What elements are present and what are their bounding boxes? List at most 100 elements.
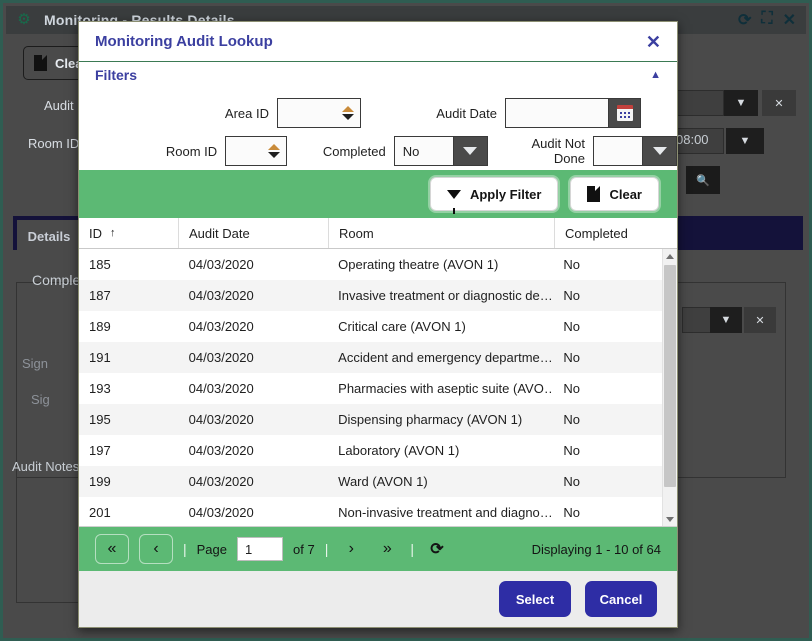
maximize-icon[interactable]: ⛶ — [761, 10, 772, 30]
dialog-title: Monitoring Audit Lookup — [95, 33, 273, 50]
filters-body: Area ID Audit Date Room ID Completed No … — [79, 88, 677, 170]
screen: ⚙ Monitoring - Results Details ⟳ ⛶ ✕ Cle… — [0, 0, 812, 641]
stepper-up-icon[interactable] — [342, 106, 354, 112]
apply-filter-button[interactable]: Apply Filter — [429, 177, 559, 214]
cell-audit-date: 04/03/2020 — [188, 288, 254, 303]
previous-page-button[interactable]: ‹ — [139, 534, 173, 564]
background-audit-dropdown[interactable]: ▼ — [724, 90, 758, 116]
scrollbar-thumb[interactable] — [664, 265, 676, 487]
pager-divider: | — [324, 541, 329, 557]
last-page-button[interactable]: » — [374, 535, 400, 563]
scroll-up-icon[interactable] — [663, 249, 677, 263]
stepper-down-icon[interactable] — [267, 152, 280, 158]
audit-results-grid: ID ↑ Audit Date Room Completed 185 04/03/… — [79, 218, 677, 527]
audit-date-label: Audit Date — [436, 105, 497, 121]
background-search-icon[interactable]: 🔍 — [686, 166, 720, 194]
audit-date-input[interactable] — [505, 98, 609, 128]
column-header-completed[interactable]: Completed — [555, 218, 665, 248]
dialog-header: Monitoring Audit Lookup ✕ — [79, 22, 677, 62]
cell-audit-date: 04/03/2020 — [188, 505, 254, 520]
grid-body: 185 04/03/2020 Operating theatre (AVON 1) N… — [79, 249, 677, 526]
table-row[interactable]: 201 04/03/2020 Non-invasive treatment and … — [79, 497, 663, 526]
grid-pager: « ‹ | Page 1 of 7 | › » | ⟳ Displaying 1… — [79, 527, 677, 571]
room-id-stepper[interactable] — [267, 144, 280, 158]
chevron-down-icon — [463, 147, 478, 155]
background-time-dropdown[interactable]: ▼ — [726, 128, 764, 154]
column-header-room[interactable]: Room — [329, 218, 555, 248]
background-audit-clear-icon[interactable]: ✕ — [762, 90, 796, 116]
cell-completed: No — [563, 412, 580, 427]
table-row[interactable]: 187 04/03/2020 Invasive treatment or diagn… — [79, 280, 663, 311]
filters-title: Filters — [95, 67, 138, 83]
gear-icon: ⚙ — [17, 11, 31, 28]
area-id-label: Area ID — [224, 105, 269, 121]
cell-room: Critical care (AVON 1) — [338, 319, 466, 334]
cell-audit-date: 04/03/2020 — [188, 350, 254, 365]
stepper-down-icon[interactable] — [342, 114, 354, 120]
table-row[interactable]: 193 04/03/2020 Pharmacies with aseptic sui… — [79, 373, 663, 404]
sort-ascending-icon: ↑ — [110, 227, 116, 239]
cell-completed: No — [563, 350, 580, 365]
cell-audit-date: 04/03/2020 — [188, 443, 254, 458]
audit-not-done-value[interactable] — [593, 136, 643, 166]
scroll-down-icon[interactable] — [663, 512, 677, 526]
cell-audit-date: 04/03/2020 — [188, 474, 254, 489]
cancel-button[interactable]: Cancel — [585, 581, 657, 617]
clear-filter-label: Clear — [609, 186, 642, 202]
select-button[interactable]: Select — [499, 581, 571, 617]
pager-divider: | — [410, 541, 414, 557]
cell-audit-date: 04/03/2020 — [188, 319, 254, 334]
refresh-grid-icon[interactable]: ⟳ — [424, 535, 450, 563]
table-row[interactable]: 195 04/03/2020 Dispensing pharmacy (AVON 1… — [79, 404, 663, 435]
cell-room: Dispensing pharmacy (AVON 1) — [338, 412, 523, 427]
first-page-button[interactable]: « — [95, 534, 129, 564]
page-number-input[interactable]: 1 — [237, 537, 284, 561]
column-header-audit-date[interactable]: Audit Date — [179, 218, 329, 248]
calendar-icon — [616, 105, 633, 121]
table-row[interactable]: 199 04/03/2020 Ward (AVON 1) No — [79, 466, 663, 497]
column-header-id[interactable]: ID ↑ — [79, 218, 179, 248]
completed-label: Completed — [322, 143, 386, 159]
audit-not-done-select[interactable] — [593, 136, 677, 166]
close-icon[interactable]: ✕ — [783, 10, 796, 30]
completed-value[interactable]: No — [393, 136, 454, 166]
next-page-button[interactable]: › — [338, 535, 364, 563]
chevron-up-icon[interactable]: ▲ — [650, 69, 661, 81]
audit-date-picker-button[interactable] — [609, 98, 641, 128]
apply-filter-label: Apply Filter — [469, 186, 542, 202]
cell-id: 185 — [89, 257, 111, 272]
cell-audit-date: 04/03/2020 — [188, 257, 254, 272]
audit-not-done-dropdown-button[interactable] — [643, 136, 677, 166]
stepper-up-icon[interactable] — [267, 144, 280, 150]
area-id-stepper[interactable] — [342, 106, 354, 120]
area-id-input[interactable] — [277, 98, 361, 128]
completed-select[interactable]: No — [393, 136, 488, 166]
background-sign-label-1: Sign — [22, 356, 49, 371]
cell-audit-date: 04/03/2020 — [188, 381, 254, 396]
document-icon — [34, 55, 47, 71]
cell-completed: No — [563, 505, 580, 520]
table-row[interactable]: 197 04/03/2020 Laboratory (AVON 1) No — [79, 435, 663, 466]
cell-room: Laboratory (AVON 1) — [338, 443, 460, 458]
refresh-icon[interactable]: ⟳ — [738, 10, 751, 30]
clear-filter-button[interactable]: Clear — [570, 177, 659, 211]
dialog-close-icon[interactable]: ✕ — [646, 33, 661, 51]
cell-room: Operating theatre (AVON 1) — [338, 257, 499, 272]
room-id-input[interactable] — [225, 136, 287, 166]
cell-id: 187 — [89, 288, 111, 303]
background-audit-notes-box[interactable] — [16, 477, 86, 603]
page-total-label: of 7 — [293, 541, 315, 557]
cell-room: Pharmacies with aseptic suite (AVO… — [338, 381, 554, 396]
grid-vertical-scrollbar[interactable] — [662, 249, 677, 526]
background-time-value: 08:00 — [676, 132, 709, 147]
table-row[interactable]: 185 04/03/2020 Operating theatre (AVON 1) N… — [79, 249, 663, 280]
table-row[interactable]: 189 04/03/2020 Critical care (AVON 1) No — [79, 311, 663, 342]
completed-dropdown-button[interactable] — [453, 136, 488, 166]
background-tab-details[interactable]: Details — [17, 220, 81, 252]
background-sign-label-2: Sig — [31, 392, 50, 407]
background-audit-notes-label: Audit Notes — [12, 459, 80, 474]
monitoring-audit-lookup-dialog: Monitoring Audit Lookup ✕ Filters ▲ Area… — [78, 21, 678, 628]
cell-id: 193 — [89, 381, 111, 396]
background-audit-label: Audit — [44, 98, 74, 113]
table-row[interactable]: 191 04/03/2020 Accident and emergency depa… — [79, 342, 663, 373]
